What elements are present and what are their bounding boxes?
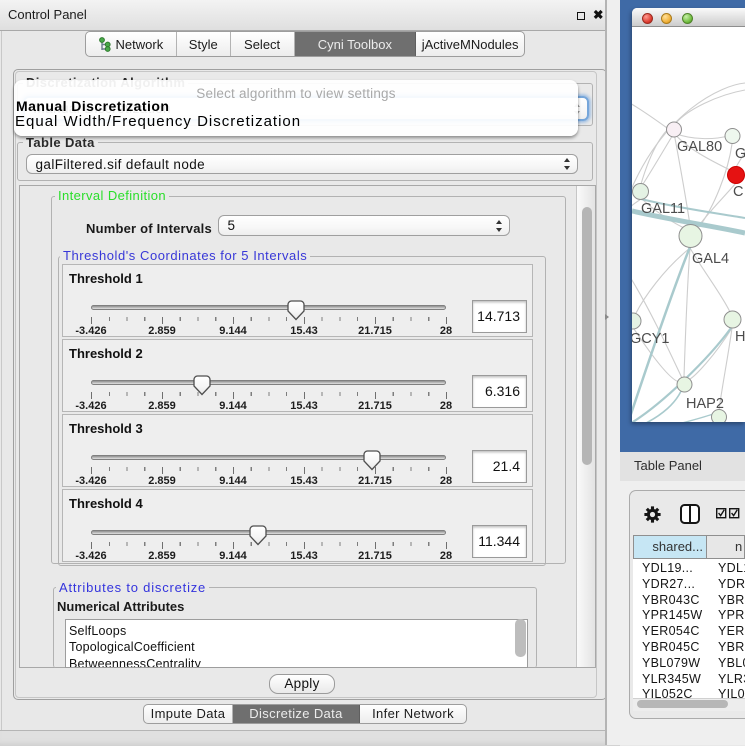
svg-text:H: H [735,329,745,345]
svg-text:C: C [733,184,743,200]
svg-text:GCY1: GCY1 [632,331,670,347]
svg-text:GAL11: GAL11 [641,201,685,217]
svg-text:HAP2: HAP2 [686,396,724,412]
svg-text:GAL4: GAL4 [692,251,729,267]
svg-text:GA: GA [735,146,745,162]
svg-text:GAL80: GAL80 [677,139,722,155]
